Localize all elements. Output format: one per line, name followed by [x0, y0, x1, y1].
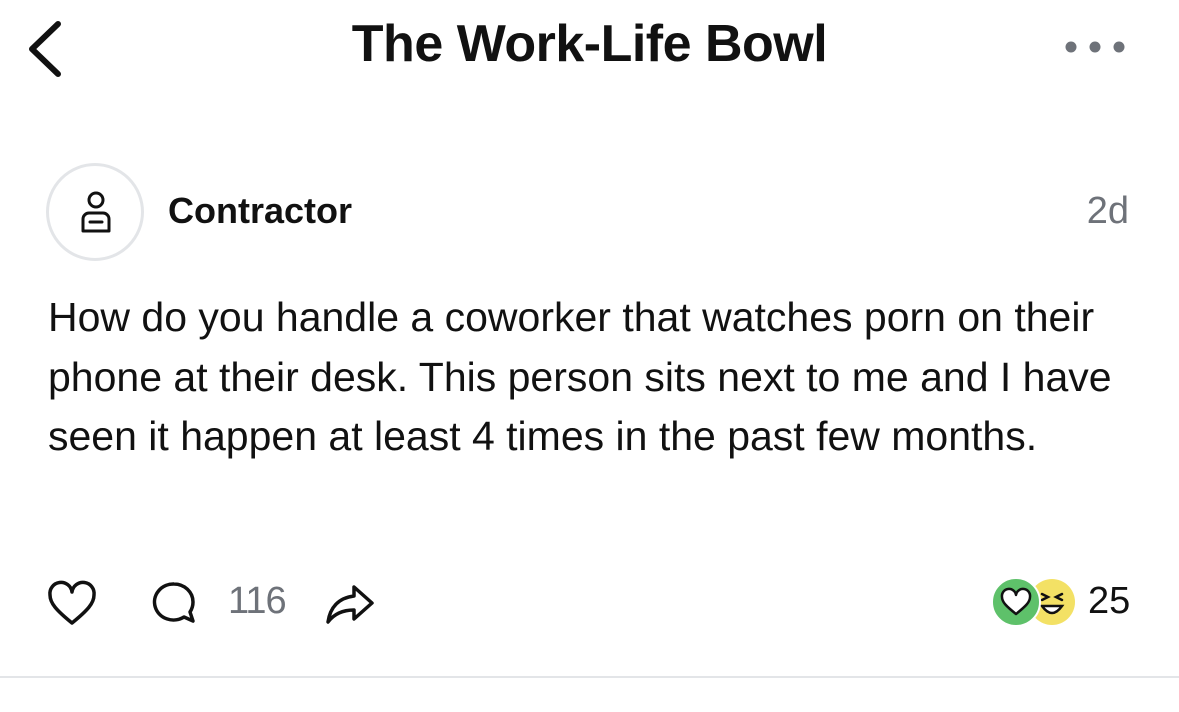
- divider: [0, 676, 1179, 678]
- comment-count[interactable]: 116: [228, 580, 287, 623]
- reaction-count[interactable]: 25: [1088, 580, 1130, 623]
- heart-outline-icon[interactable]: [46, 580, 98, 628]
- author-name[interactable]: Contractor: [168, 190, 352, 232]
- page-title: The Work-Life Bowl: [351, 15, 828, 73]
- share-arrow-icon[interactable]: [324, 582, 376, 626]
- avatar[interactable]: [46, 163, 144, 261]
- anonymous-user-icon: [81, 191, 111, 233]
- post-body: How do you handle a coworker that watche…: [48, 294, 1112, 459]
- reactions-summary[interactable]: [990, 576, 1078, 628]
- comment-bubble-icon[interactable]: [150, 579, 198, 627]
- more-horizontal-icon[interactable]: [1062, 32, 1128, 62]
- post-timestamp: 2d: [1086, 190, 1129, 232]
